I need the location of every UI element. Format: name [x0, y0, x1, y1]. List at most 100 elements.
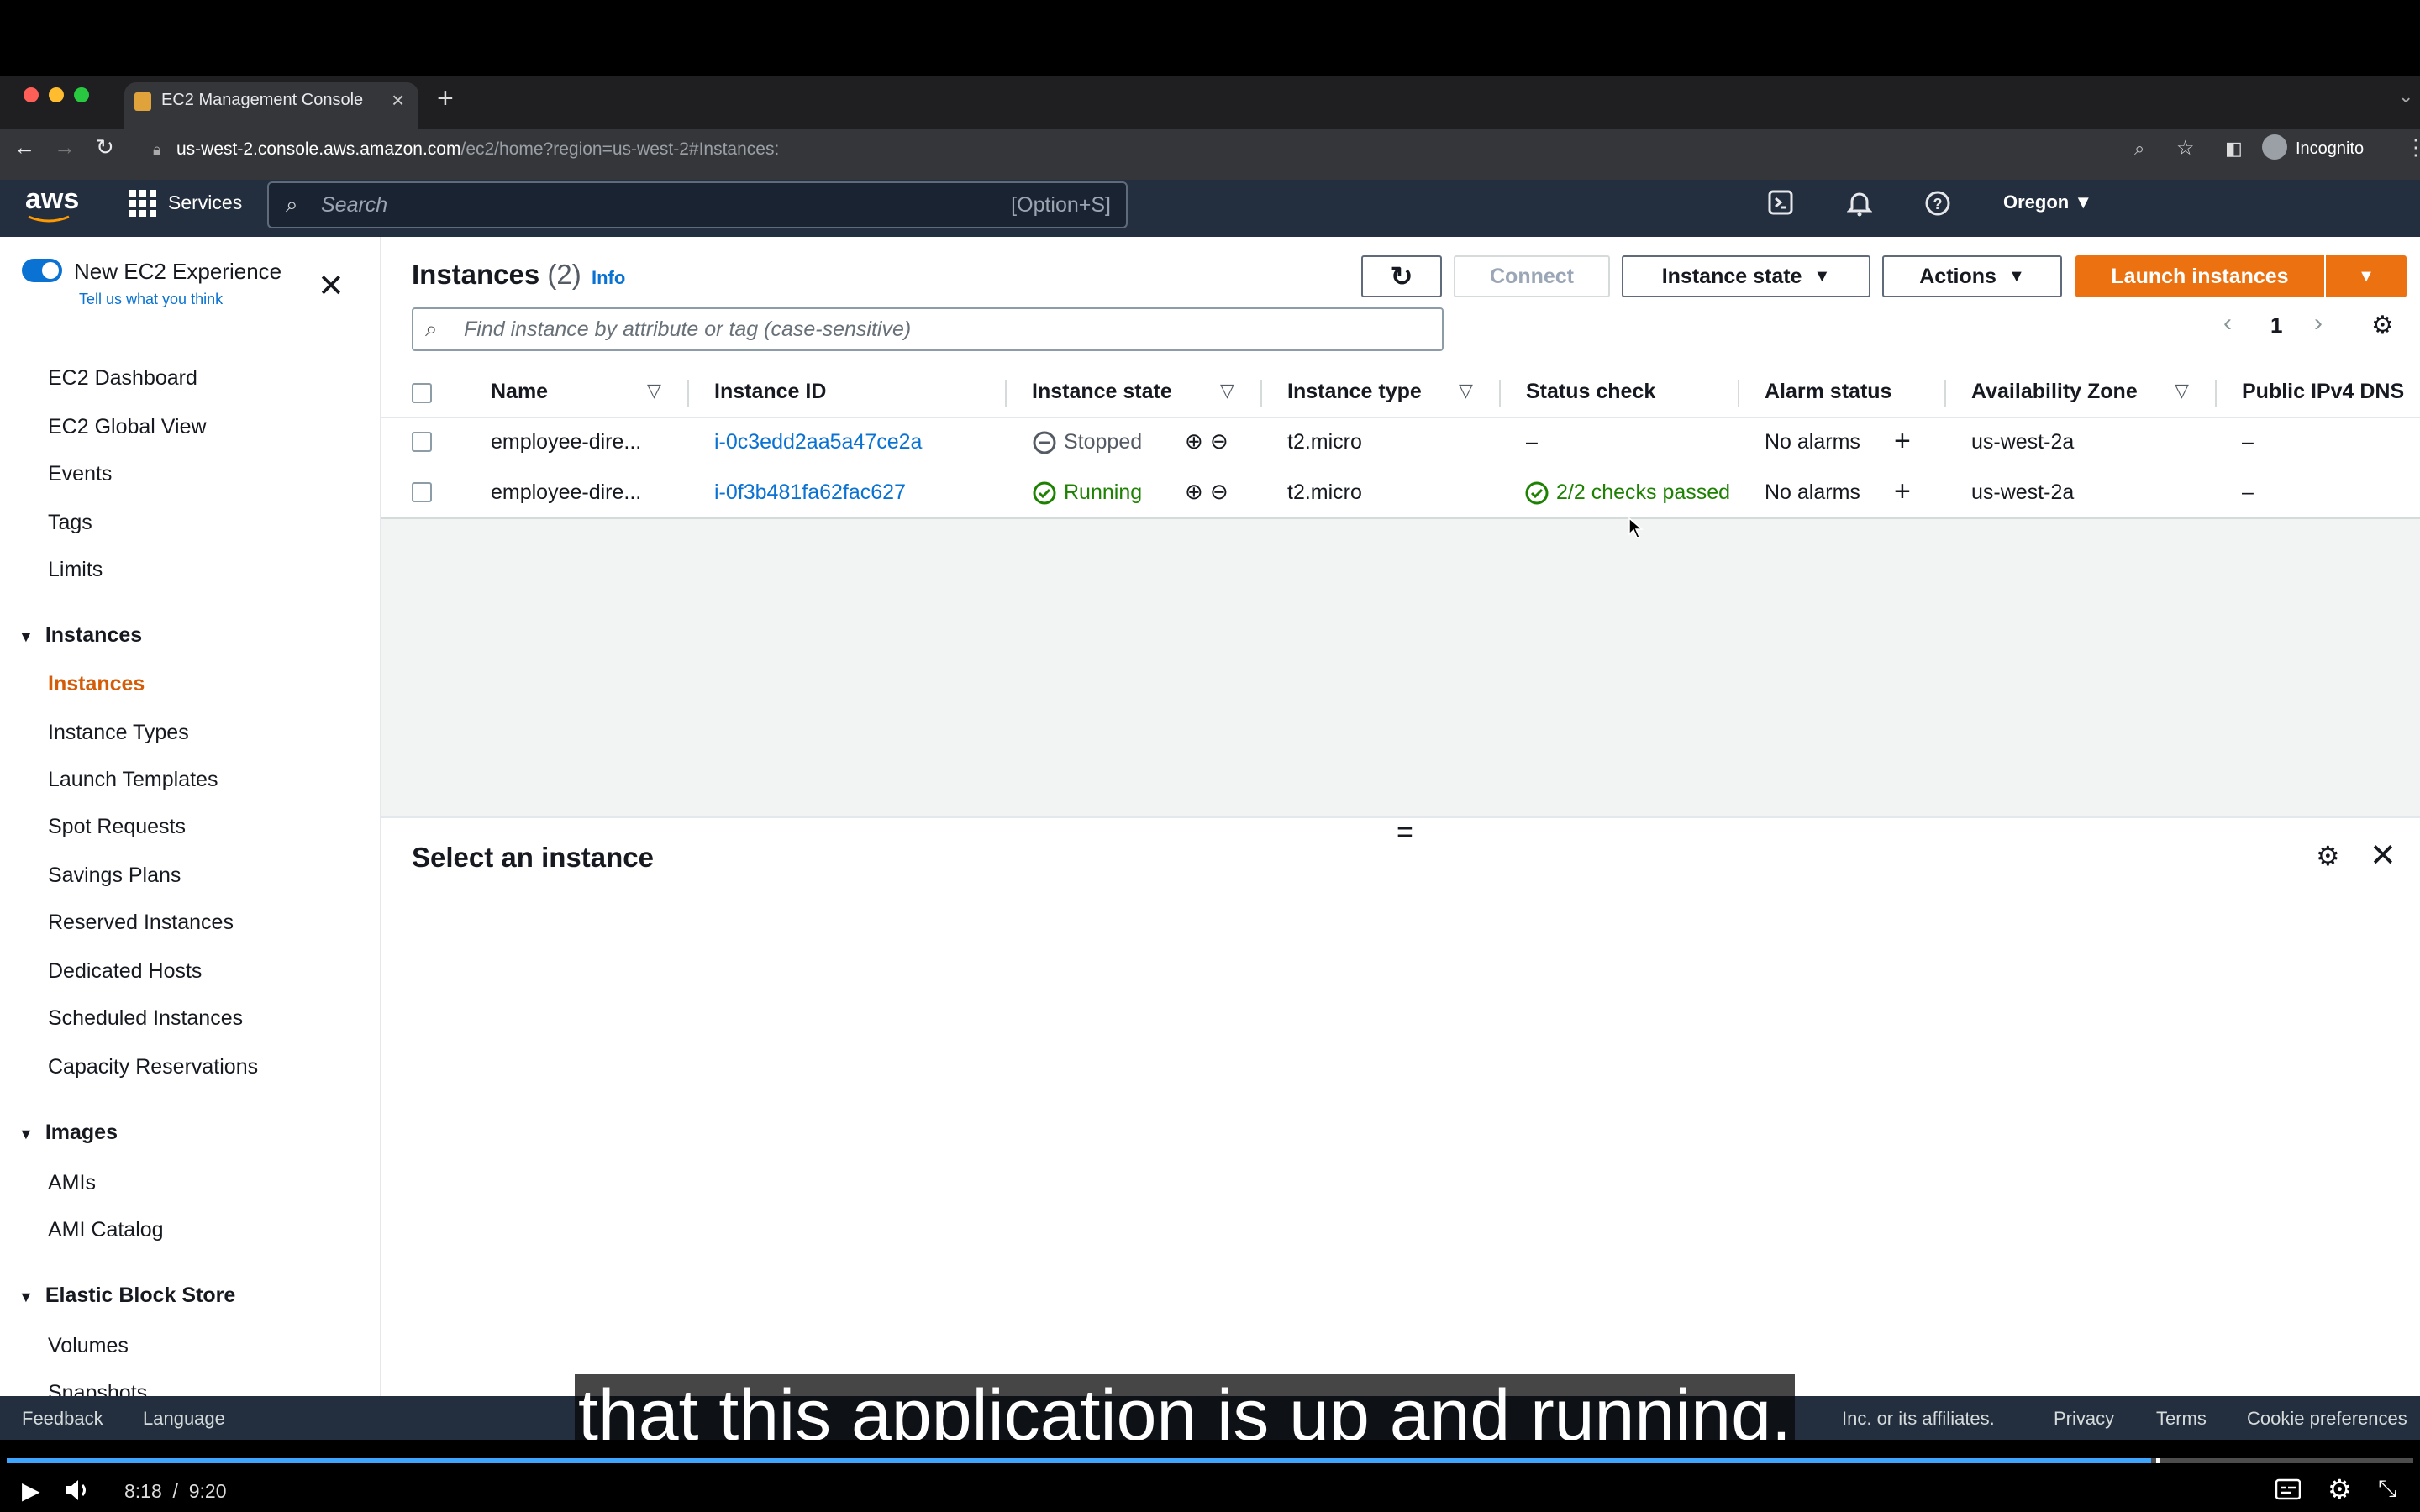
tell-us-link[interactable]: Tell us what you think: [79, 291, 223, 308]
next-page-icon[interactable]: ›: [2314, 309, 2323, 338]
sidebar-item-amis[interactable]: AMIs: [48, 1171, 96, 1195]
footer-language-link[interactable]: Language: [143, 1408, 225, 1430]
tab-search-icon[interactable]: ⌄: [2398, 86, 2413, 108]
browser-tab[interactable]: EC2 Management Console ×: [124, 82, 418, 129]
sort-icon[interactable]: ▽: [1459, 380, 1473, 402]
instance-id-link[interactable]: i-0c3edd2aa5a47ce2a: [714, 430, 922, 454]
sort-icon[interactable]: ▽: [1220, 380, 1234, 402]
table-row[interactable]: [381, 469, 2420, 520]
refresh-button[interactable]: ↻: [1361, 255, 1442, 297]
sidebar-item-instances[interactable]: Instances: [48, 672, 145, 696]
sidebar-item-events[interactable]: Events: [48, 462, 112, 486]
add-alarm-icon[interactable]: +: [1894, 425, 1911, 458]
actions-dropdown[interactable]: Actions ▼: [1882, 255, 2062, 297]
column-header-name[interactable]: Name: [491, 380, 548, 404]
select-all-checkbox[interactable]: [412, 383, 432, 403]
sidebar-item-reserved-instances[interactable]: Reserved Instances: [48, 911, 234, 935]
column-separator[interactable]: [1260, 380, 1262, 407]
play-icon[interactable]: ▶: [22, 1477, 40, 1504]
close-tab-icon[interactable]: ×: [392, 87, 404, 113]
aws-search-input[interactable]: ⌕ Search [Option+S]: [267, 181, 1128, 228]
zoom-in-icon[interactable]: ⊕: [1185, 428, 1203, 454]
sidebar-item-scheduled-instances[interactable]: Scheduled Instances: [48, 1006, 243, 1031]
instance-state-dropdown[interactable]: Instance state ▼: [1622, 255, 1870, 297]
page-number[interactable]: 1: [2270, 312, 2282, 339]
sidebar-item-capacity-reservations[interactable]: Capacity Reservations: [48, 1055, 258, 1079]
close-sidebar-icon[interactable]: ✕: [318, 267, 345, 305]
launch-instances-dropdown[interactable]: ▼: [2326, 255, 2407, 297]
column-header-instance-id[interactable]: Instance ID: [714, 380, 826, 404]
column-header-instance-state[interactable]: Instance state: [1032, 380, 1172, 404]
new-tab-button[interactable]: +: [437, 82, 454, 115]
browser-menu-icon[interactable]: ⋮: [2405, 134, 2420, 160]
row-checkbox[interactable]: [412, 432, 432, 452]
footer-feedback-link[interactable]: Feedback: [22, 1408, 103, 1430]
services-grid-icon[interactable]: [129, 190, 156, 217]
info-link[interactable]: Info: [592, 267, 625, 289]
column-separator[interactable]: [1005, 380, 1007, 407]
notifications-bell-icon[interactable]: [1847, 190, 1872, 217]
sidebar-item-tags[interactable]: Tags: [48, 511, 92, 535]
settings-gear-icon[interactable]: ⚙: [2328, 1473, 2352, 1505]
minimize-window-button[interactable]: [49, 87, 64, 102]
column-separator[interactable]: [1944, 380, 1946, 407]
sidebar-item-volumes[interactable]: Volumes: [48, 1334, 129, 1358]
row-checkbox[interactable]: [412, 482, 432, 502]
exit-fullscreen-icon[interactable]: ⤡: [2378, 1475, 2396, 1503]
sidebar-item-dedicated-hosts[interactable]: Dedicated Hosts: [48, 959, 202, 984]
back-icon[interactable]: ←: [13, 134, 35, 160]
cloudshell-icon[interactable]: [1768, 190, 1793, 215]
sidebar-item-limits[interactable]: Limits: [48, 558, 103, 582]
sidebar-item-spot-requests[interactable]: Spot Requests: [48, 815, 186, 839]
column-separator[interactable]: [1738, 380, 1739, 407]
sidebar-item-launch-templates[interactable]: Launch Templates: [48, 768, 218, 792]
footer-terms-link[interactable]: Terms: [2156, 1408, 2207, 1430]
close-window-button[interactable]: [24, 87, 39, 102]
sidebar-item-ec2-global-view[interactable]: EC2 Global View: [48, 415, 207, 439]
preferences-gear-icon[interactable]: ⚙: [2371, 311, 2394, 340]
add-alarm-icon[interactable]: +: [1894, 475, 1911, 508]
launch-instances-button[interactable]: Launch instances: [2075, 255, 2324, 297]
sidebar-item-instance-types[interactable]: Instance Types: [48, 721, 189, 745]
sidebar-item-snapshots[interactable]: Snapshots: [48, 1381, 147, 1396]
aws-logo[interactable]: aws: [25, 183, 79, 216]
footer-cookie-preferences-link[interactable]: Cookie preferences: [2247, 1408, 2407, 1430]
incognito-avatar-icon[interactable]: [2262, 134, 2287, 160]
region-selector[interactable]: Oregon ▼: [2003, 192, 2092, 213]
sidebar-section-instances[interactable]: ▼ Instances: [18, 623, 142, 648]
bookmark-star-icon[interactable]: ☆: [2176, 136, 2195, 160]
previous-page-icon[interactable]: ‹: [2223, 309, 2232, 338]
table-row[interactable]: [381, 418, 2420, 470]
zoom-in-icon[interactable]: ⊕: [1185, 479, 1203, 505]
sidebar-section-images[interactable]: ▼ Images: [18, 1121, 118, 1145]
help-icon[interactable]: ?: [1924, 190, 1951, 217]
forward-icon[interactable]: →: [54, 134, 76, 160]
zoom-out-icon[interactable]: ⊖: [1210, 428, 1228, 454]
side-panel-icon[interactable]: ◧: [2225, 138, 2243, 160]
column-separator[interactable]: [2215, 380, 2217, 407]
column-header-availability-zone[interactable]: Availability Zone: [1971, 380, 2138, 404]
column-separator[interactable]: [1499, 380, 1501, 407]
new-experience-toggle[interactable]: [22, 259, 62, 282]
instance-id-link[interactable]: i-0f3b481fa62fac627: [714, 480, 906, 505]
column-header-status-check[interactable]: Status check: [1526, 380, 1655, 404]
url-field[interactable]: us-west-2.console.aws.amazon.com/ec2/hom…: [176, 139, 779, 160]
column-header-alarm-status[interactable]: Alarm status: [1765, 380, 1891, 404]
zoom-icon[interactable]: ⌕: [2134, 138, 2144, 160]
panel-settings-gear-icon[interactable]: ⚙: [2316, 840, 2340, 872]
footer-privacy-link[interactable]: Privacy: [2054, 1408, 2114, 1430]
zoom-out-icon[interactable]: ⊖: [1210, 479, 1228, 505]
sidebar-section-elastic-block-store[interactable]: ▼ Elastic Block Store: [18, 1284, 235, 1308]
status-check-value[interactable]: 2/2 checks passed: [1556, 480, 1730, 505]
sort-icon[interactable]: ▽: [647, 380, 661, 402]
column-header-public-ipv4-dns[interactable]: Public IPv4 DNS: [2242, 380, 2404, 404]
sidebar-item-savings-plans[interactable]: Savings Plans: [48, 864, 181, 888]
instance-filter-input[interactable]: ⌕ Find instance by attribute or tag (cas…: [412, 307, 1444, 351]
reload-icon[interactable]: ↻: [96, 134, 114, 160]
services-menu[interactable]: Services: [168, 192, 242, 214]
volume-icon[interactable]: [64, 1477, 94, 1504]
sort-icon[interactable]: ▽: [2175, 380, 2189, 402]
sidebar-item-ami-catalog[interactable]: AMI Catalog: [48, 1218, 164, 1242]
close-panel-icon[interactable]: ✕: [2370, 837, 2396, 874]
maximize-window-button[interactable]: [74, 87, 89, 102]
